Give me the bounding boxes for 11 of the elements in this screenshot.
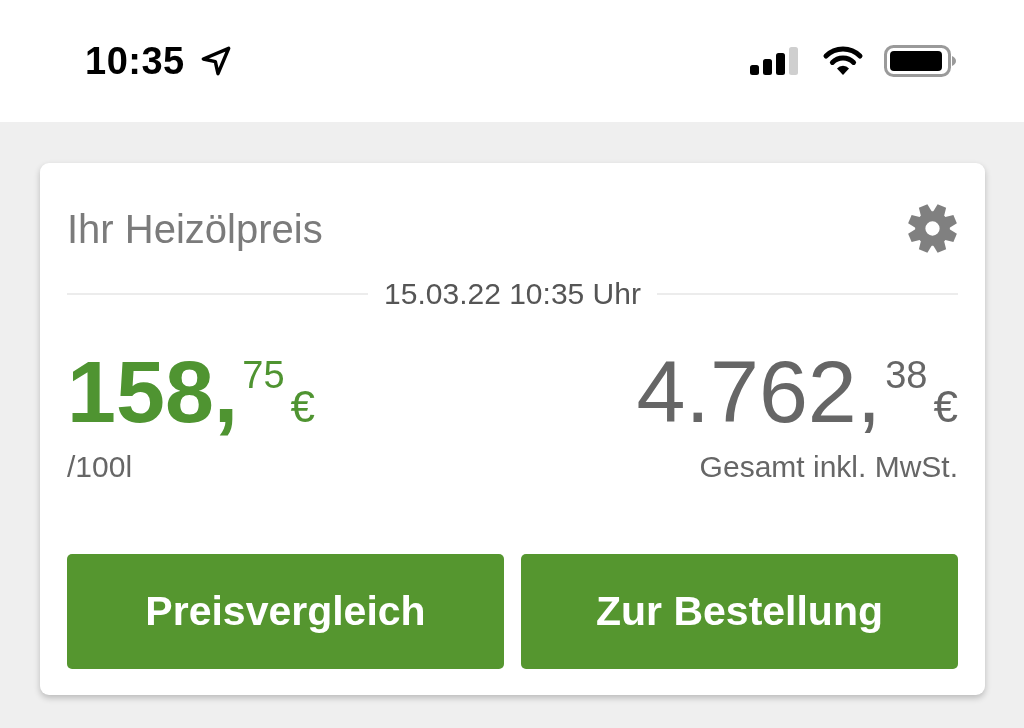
signal-icon	[750, 47, 798, 75]
price-comparison-button[interactable]: Preisvergleich	[67, 554, 504, 669]
card-title: Ihr Heizölpreis	[67, 205, 323, 253]
clock-time: 10:35	[85, 42, 185, 80]
battery-icon	[884, 45, 956, 77]
wifi-icon	[821, 45, 865, 77]
unit-label: /100l	[67, 449, 134, 485]
order-button[interactable]: Zur Bestellung	[521, 554, 958, 669]
total-note: Gesamt inkl. MwSt.	[699, 449, 958, 485]
price-timestamp: 15.03.22 10:35 Uhr	[383, 276, 642, 312]
settings-icon[interactable]	[907, 203, 958, 254]
